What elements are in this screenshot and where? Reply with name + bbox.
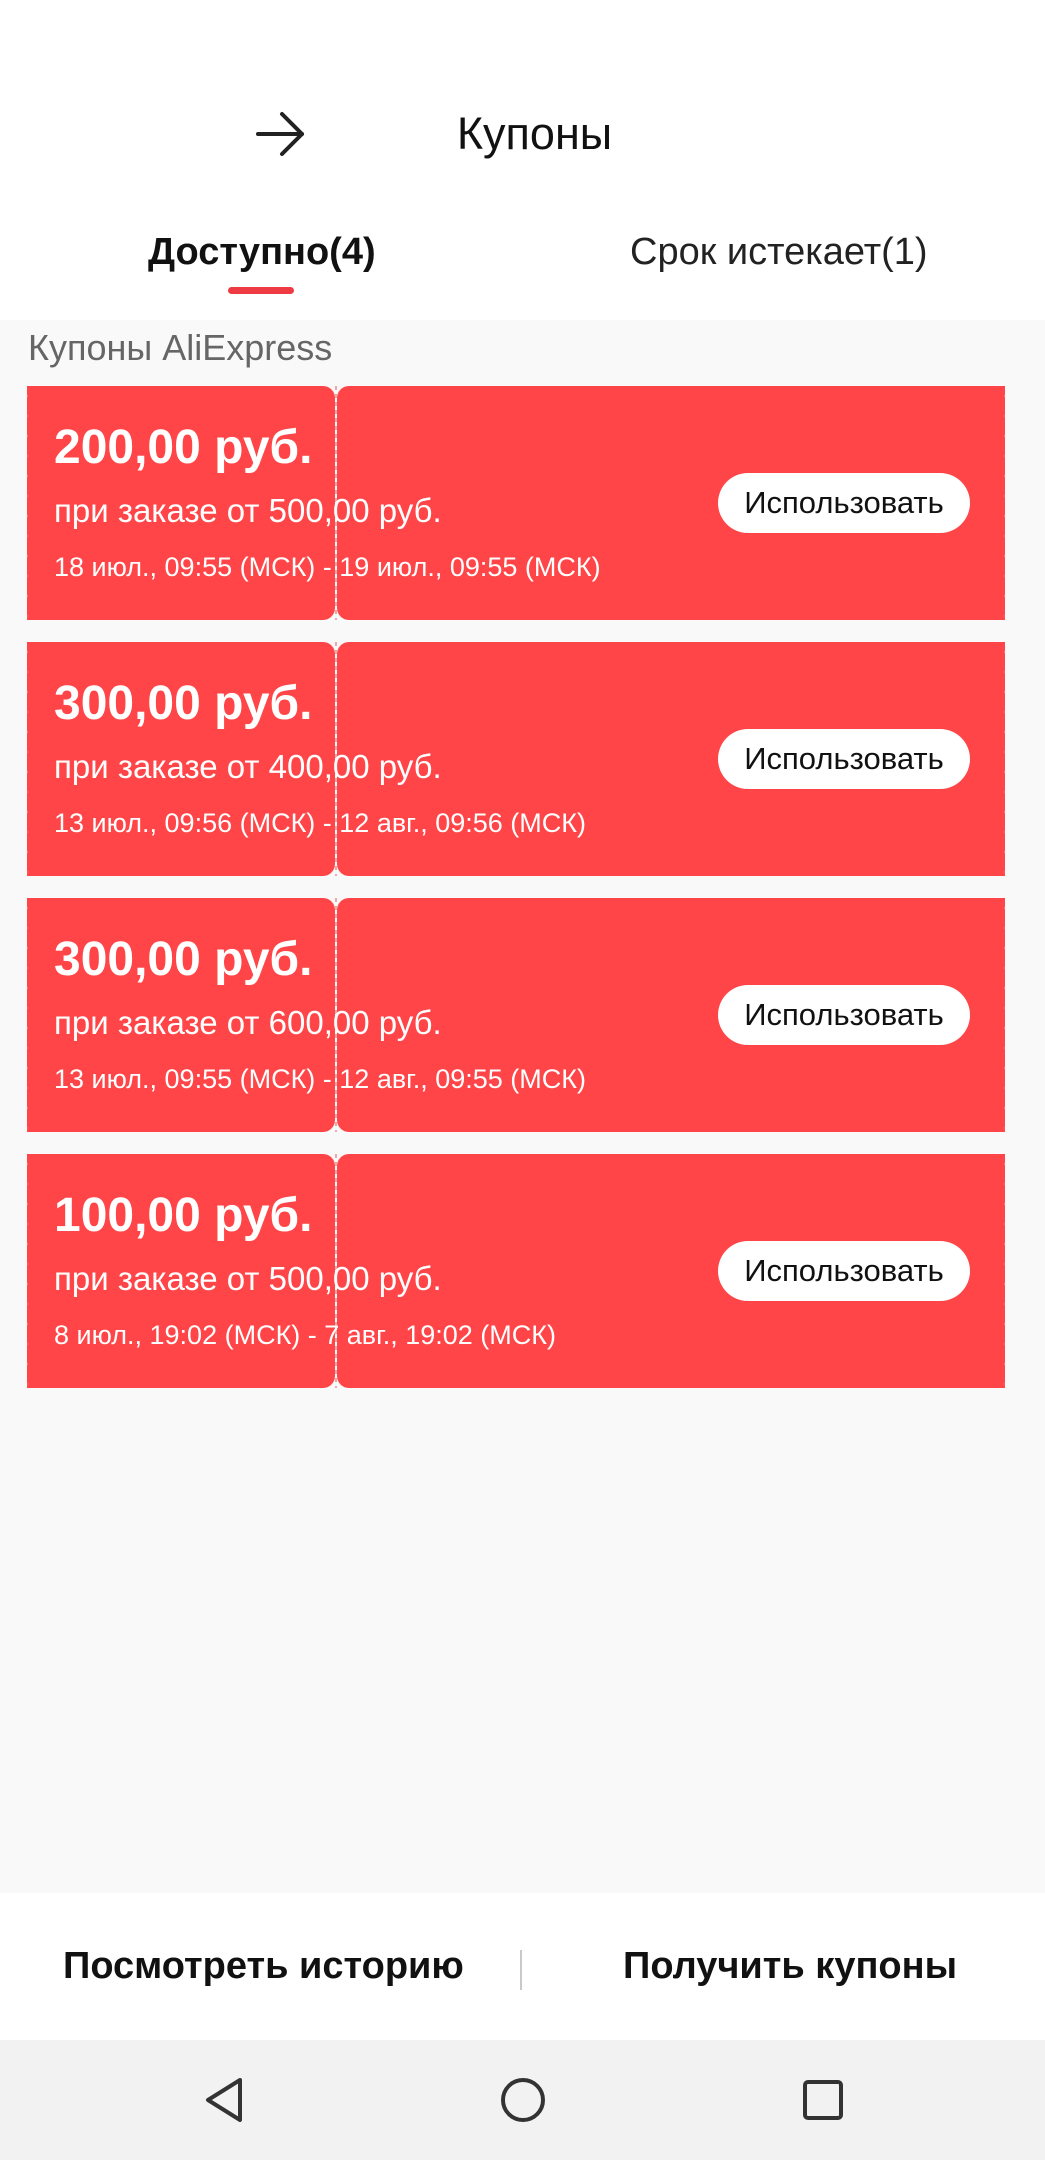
tab-bar: Доступно(4) Срок истекает(1)	[0, 200, 1045, 320]
bottom-action-bar: Посмотреть историю Получить купоны	[0, 1893, 1045, 2040]
coupon-validity-dates: 13 июл., 09:55 (МСК) - 12 авг., 09:55 (М…	[54, 1064, 587, 1094]
page-title: Купоны	[456, 108, 613, 159]
use-coupon-button[interactable]: Использовать	[718, 1241, 970, 1301]
system-back-button[interactable]	[194, 2070, 254, 2130]
view-history-button[interactable]: Посмотреть историю	[63, 1938, 464, 1994]
square-recents-icon	[803, 2080, 843, 2120]
coupon-validity-dates: 8 июл., 19:02 (МСК) - 7 авг., 19:02 (МСК…	[54, 1320, 556, 1350]
system-recents-button[interactable]	[793, 2070, 853, 2130]
coupon-condition: при заказе от 600,00 руб.	[54, 1004, 442, 1041]
bottom-divider	[520, 1950, 522, 1990]
header: Купоны	[0, 0, 1045, 200]
coupon-list: 200,00 руб. при заказе от 500,00 руб. 18…	[22, 386, 1010, 1410]
coupon-card: 300,00 руб. при заказе от 600,00 руб. 13…	[22, 898, 1010, 1132]
coupon-amount: 100,00 руб.	[54, 1189, 313, 1242]
tab-expiring[interactable]: Срок истекает(1)	[630, 226, 928, 278]
coupon-amount: 300,00 руб.	[54, 933, 313, 986]
coupon-condition: при заказе от 400,00 руб.	[54, 748, 442, 785]
tab-available[interactable]: Доступно(4)	[148, 226, 376, 278]
coupon-amount: 200,00 руб.	[54, 421, 313, 474]
coupon-card: 300,00 руб. при заказе от 400,00 руб. 13…	[22, 642, 1010, 876]
coupon-card: 100,00 руб. при заказе от 500,00 руб. 8 …	[22, 1154, 1010, 1388]
coupon-validity-dates: 18 июл., 09:55 (МСК) - 19 июл., 09:55 (М…	[54, 552, 601, 582]
section-label: Купоны AliExpress	[28, 327, 333, 368]
use-coupon-button[interactable]: Использовать	[718, 473, 970, 533]
coupon-card: 200,00 руб. при заказе от 500,00 руб. 18…	[22, 386, 1010, 620]
coupon-validity-dates: 13 июл., 09:56 (МСК) - 12 авг., 09:56 (М…	[54, 808, 587, 838]
circle-home-icon	[501, 2078, 545, 2122]
active-tab-indicator	[228, 287, 294, 294]
coupon-amount: 300,00 руб.	[54, 677, 313, 730]
coupon-condition: при заказе от 500,00 руб.	[54, 492, 442, 529]
coupon-condition: при заказе от 500,00 руб.	[54, 1260, 442, 1297]
system-home-button[interactable]	[493, 2070, 553, 2130]
triangle-back-icon	[206, 2078, 242, 2122]
get-coupons-button[interactable]: Получить купоны	[623, 1938, 957, 1994]
use-coupon-button[interactable]: Использовать	[718, 985, 970, 1045]
system-navigation-bar	[0, 2040, 1045, 2160]
use-coupon-button[interactable]: Использовать	[718, 729, 970, 789]
